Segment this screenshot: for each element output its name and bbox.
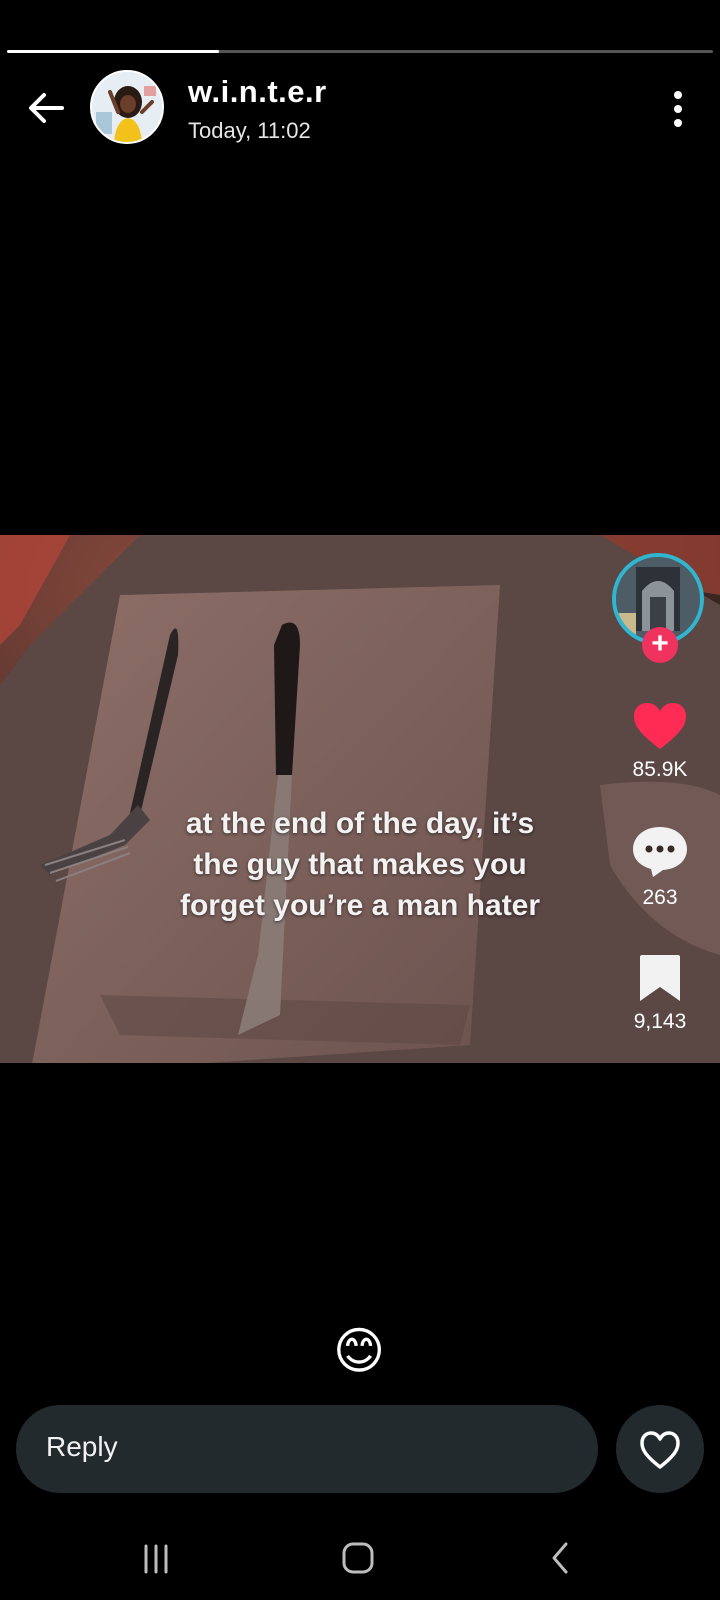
reaction-emoji: 😊: [332, 1323, 386, 1379]
more-options-button[interactable]: [660, 84, 696, 134]
recents-button[interactable]: [126, 1532, 186, 1584]
avatar-illustration: [92, 72, 162, 142]
like-count: 85.9K: [632, 758, 688, 781]
home-icon: [342, 1542, 374, 1574]
story-media[interactable]: at the end of the day, it’s the guy that…: [0, 535, 720, 1063]
follow-button[interactable]: +: [642, 627, 678, 663]
story-timestamp: Today, 11:02: [188, 118, 311, 143]
caption-line: the guy that makes you: [193, 848, 527, 881]
more-vertical-icon: [674, 91, 682, 127]
comment-bubble-icon: [633, 827, 687, 877]
nav-back-button[interactable]: [530, 1532, 590, 1584]
arrow-left-icon: [29, 93, 64, 123]
reply-placeholder: Reply: [46, 1431, 118, 1462]
caption-line: forget you’re a man hater: [179, 889, 541, 922]
comment-action[interactable]: 263: [608, 825, 712, 910]
heart-outline-icon: [640, 1431, 680, 1469]
like-action[interactable]: 85.9K: [608, 701, 712, 782]
reply-input[interactable]: Reply: [16, 1405, 598, 1493]
save-action[interactable]: 9,143: [608, 953, 712, 1034]
save-count: 9,143: [633, 1010, 687, 1033]
story-progress-fill: [7, 50, 219, 53]
nav-back-icon: [552, 1542, 568, 1574]
back-button[interactable]: [24, 86, 68, 130]
story-header: w.i.n.t.e.r Today, 11:02: [0, 60, 720, 160]
caption-line: at the end of the day, it’s: [185, 807, 535, 840]
recents-icon: [144, 1544, 168, 1574]
home-button[interactable]: [328, 1532, 388, 1584]
avatar[interactable]: [90, 70, 164, 144]
story-progress-bar: [7, 50, 713, 53]
media-caption: at the end of the day, it’s the guy that…: [160, 803, 560, 926]
heart-icon: [634, 703, 686, 749]
video-action-rail: + 85.9K 263 9,143: [608, 553, 712, 1053]
like-story-button[interactable]: [616, 1405, 704, 1493]
username[interactable]: w.i.n.t.e.r: [188, 74, 327, 110]
bookmark-icon: [640, 955, 680, 1001]
system-navigation-bar: [0, 1520, 720, 1600]
comment-count: 263: [642, 886, 678, 909]
